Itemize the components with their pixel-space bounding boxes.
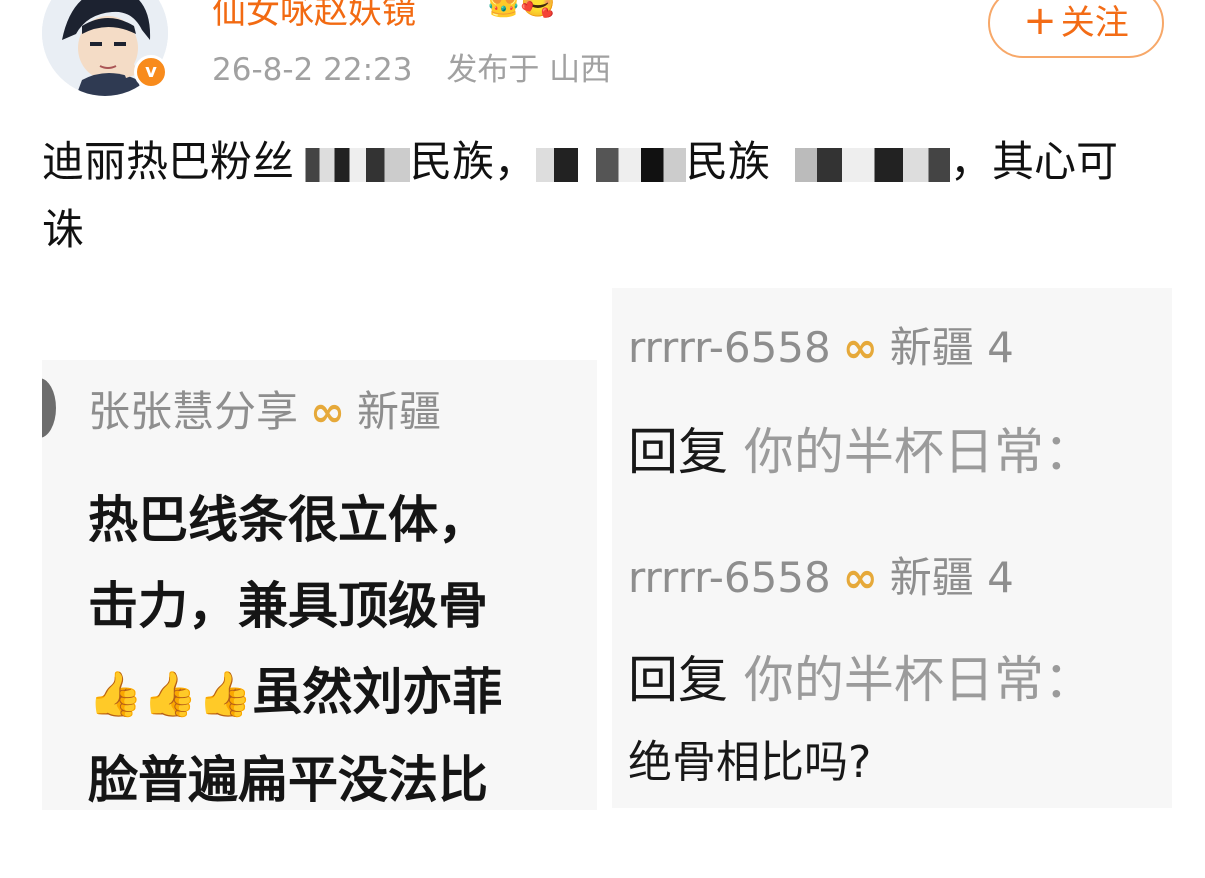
comment-username: rrrrr-6558 xyxy=(628,323,831,372)
follow-button[interactable]: + 关注 xyxy=(988,0,1164,58)
censor-mosaic xyxy=(294,147,411,182)
censor-mosaic xyxy=(536,147,687,182)
post-timestamp: 26-8-2 22:23 xyxy=(212,52,413,88)
plus-icon: + xyxy=(1023,0,1057,44)
infinity-badge-icon: ∞ xyxy=(310,387,346,436)
comment-reply: 回复 你的半杯日常： xyxy=(628,640,1094,712)
username-emoji-icons: 👑🥰 xyxy=(486,0,556,19)
post-meta: 26-8-2 22:23 发布于 山西 xyxy=(212,44,611,89)
embedded-screenshot-right[interactable]: rrrrr-6558 ∞ 新疆 4 回复 你的半杯日常： rrrrr-6558 ∞ 新疆… xyxy=(612,288,1172,808)
comment-header: rrrrr-6558 ∞ 新疆 4 xyxy=(628,544,1014,605)
comment-location: 新疆 xyxy=(357,387,442,436)
comment-username: rrrrr-6558 xyxy=(628,553,831,602)
reply-text: 绝骨相比吗? xyxy=(628,737,872,788)
post-body: 迪丽热巴粉丝 民族， 民族 ，其心可诛 xyxy=(42,128,1152,264)
comment-header: 张张慧分享 ∞ 新疆 xyxy=(88,378,441,439)
post-text-segment: 民族， xyxy=(410,137,537,186)
thumbs-up-icon: 👍👍👍 xyxy=(88,669,253,720)
comment-line: 热巴线条很立体， xyxy=(88,491,488,549)
verified-icon: v xyxy=(134,55,168,89)
post-header: v 仙女咏赵妖镜 👑🥰 26-8-2 22:23 发布于 山西 + 关注 xyxy=(0,0,1205,110)
post-text-segment: 迪丽热巴粉丝 xyxy=(42,137,295,186)
comment-line: 👍👍👍虽然刘亦菲 xyxy=(88,652,502,724)
infinity-badge-icon: ∞ xyxy=(842,323,878,372)
reply-target: 你的半杯日常： xyxy=(743,423,1094,481)
comment-reply: 回复 你的半杯日常： xyxy=(628,412,1094,484)
reply-target: 你的半杯日常： xyxy=(743,651,1094,709)
embedded-screenshot-left[interactable]: 张张慧分享 ∞ 新疆 热巴线条很立体， 击力，兼具顶级骨 👍👍👍虽然刘亦菲 脸普遍扁… xyxy=(42,360,597,810)
follow-label: 关注 xyxy=(1060,3,1129,43)
reply-prefix: 回复 xyxy=(628,651,728,709)
username[interactable]: 仙女咏赵妖镜 xyxy=(212,0,416,33)
reply-prefix: 回复 xyxy=(628,423,728,481)
comment-header: rrrrr-6558 ∞ 新疆 4 xyxy=(628,314,1014,375)
comment-line-text: 虽然刘亦菲 xyxy=(252,663,503,721)
comment-username: 张张慧分享 xyxy=(88,387,299,436)
censor-mosaic xyxy=(770,147,951,182)
infinity-badge-icon: ∞ xyxy=(842,553,878,602)
comment-location: 新疆 4 xyxy=(889,323,1014,372)
comment-line: 击力，兼具顶级骨 xyxy=(88,577,488,635)
post-location: 发布于 山西 xyxy=(446,52,612,88)
comment-line: 脸普遍扁平没法比 xyxy=(88,751,488,809)
post-text-segment: 民族 xyxy=(686,137,771,186)
comment-avatar xyxy=(42,378,56,438)
comment-location: 新疆 4 xyxy=(889,553,1014,602)
